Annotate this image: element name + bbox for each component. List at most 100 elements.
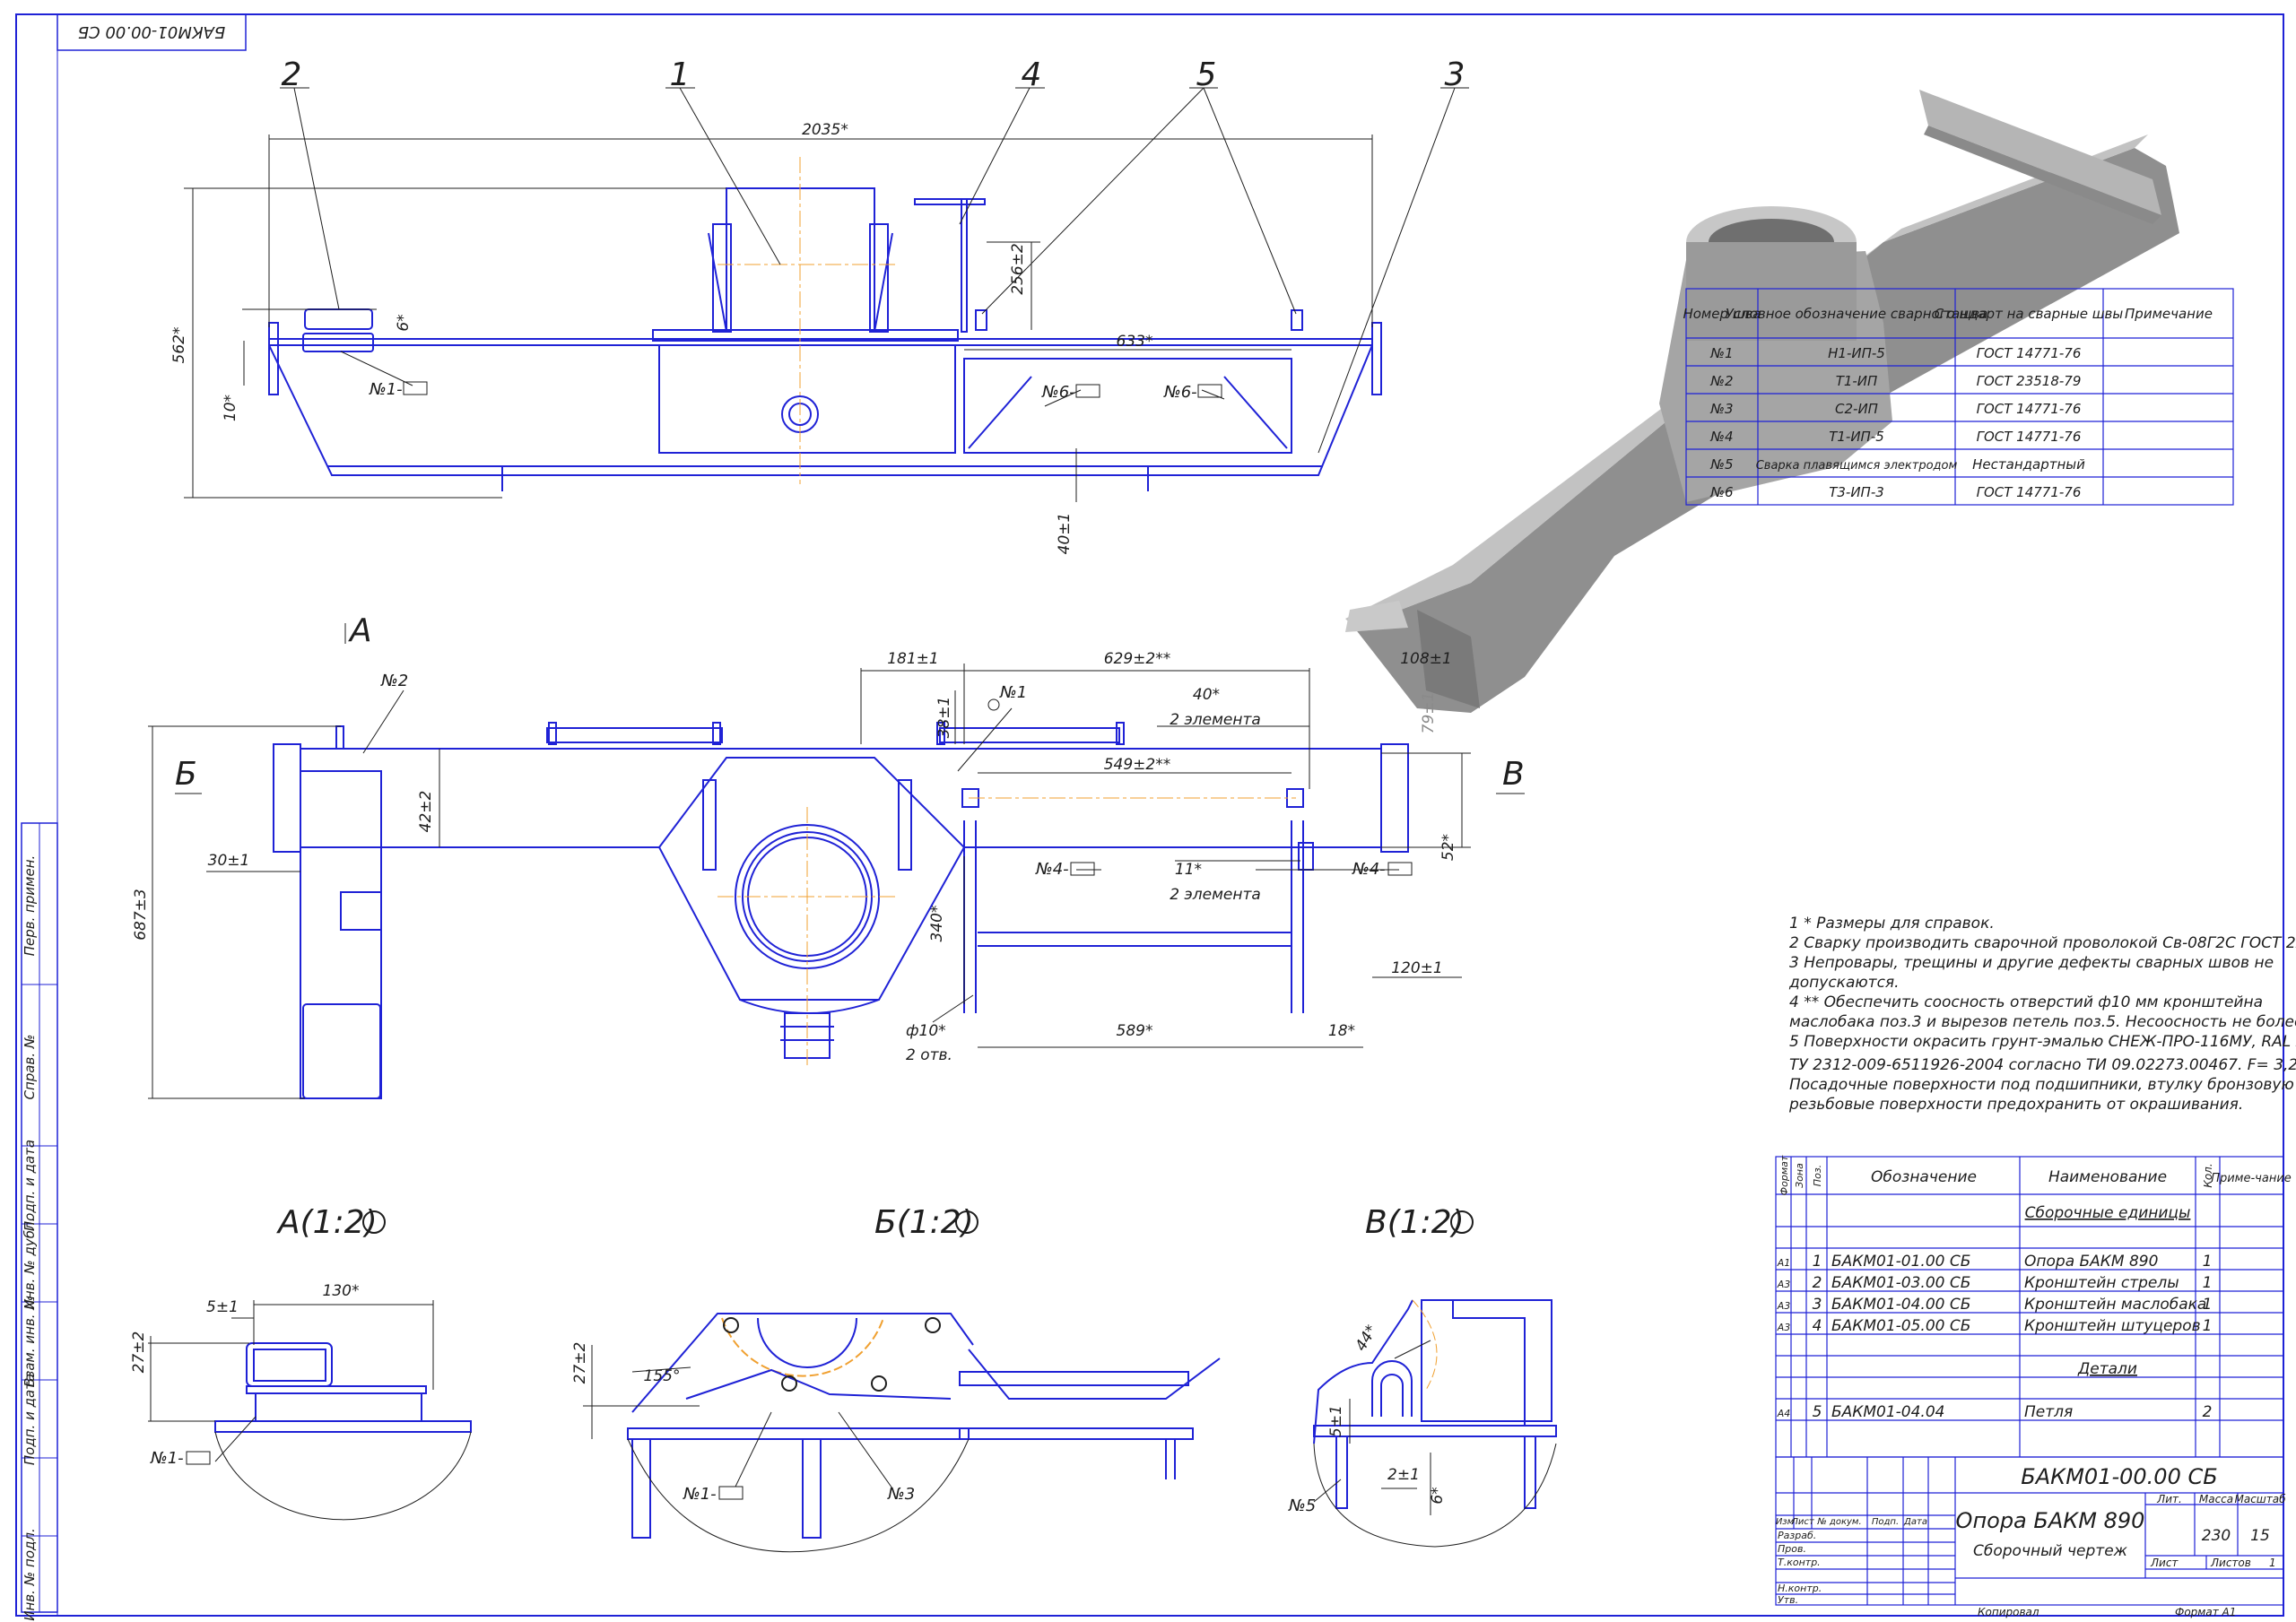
title-sheets-value: 1 [2269, 1557, 2276, 1569]
dim-52: 52* [1439, 834, 1457, 861]
title-sheet: Лист [2150, 1557, 2179, 1569]
weld-row-0-sym: Н1-ИП-5 [1828, 345, 1885, 361]
side-stamp-5: Подп. и дата [22, 1374, 38, 1465]
callout-4: 4 [1022, 56, 1042, 93]
section-v-title: В(1:2) [1365, 1204, 1465, 1241]
side-stamp: Перв. примен. Справ. № Подп. и дата Инв.… [21, 822, 58, 1621]
spec-row-0-qty: 1 [2203, 1253, 2213, 1271]
title-mass-value: 230 [2202, 1527, 2231, 1545]
dim-height: 562* [170, 327, 188, 364]
note-line-1: 2 Сварку производить сварочной проволоко… [1789, 934, 2296, 952]
spec-row-0-designation: БАКМ01-01.00 СБ [1831, 1253, 1970, 1271]
dim-11: 11* [1175, 861, 1202, 879]
section-a-dim-130: 130* [323, 1282, 360, 1300]
section-b-weld-1: №1- [683, 1485, 717, 1504]
note-line-7: ТУ 2312-009-6511926-2004 согласно ТИ 09.… [1789, 1056, 2296, 1074]
weld-symbol-6b [1197, 384, 1222, 398]
spec-row-3-name: Кронштейн штуцеров [2024, 1317, 2201, 1335]
spec-row-3-pos: 4 [1813, 1317, 1822, 1335]
spec-part-qty: 2 [2203, 1403, 2213, 1421]
dim-687: 687±3 [132, 889, 150, 941]
dim-549: 549±2** [1104, 756, 1171, 774]
note-line-3: допускаются. [1788, 974, 1900, 992]
weld-row-4-std: Нестандартный [1972, 456, 2085, 473]
weld-row-0-std: ГОСТ 14771-76 [1977, 345, 2082, 361]
spec-section-parts: Детали [2077, 1360, 2137, 1378]
title-col-2: № докум. [1816, 1517, 1861, 1527]
title-col-1: Лист [1790, 1517, 1815, 1527]
view-arrow-a: А [348, 612, 372, 649]
spec-row-2-format: А3 [1777, 1300, 1791, 1312]
section-v-weld-5: №5 [1288, 1496, 1316, 1515]
weld-mark-1: №1- [369, 380, 403, 399]
spec-part-name: Петля [2024, 1403, 2073, 1421]
section-a-weld-symbol [186, 1451, 211, 1465]
dim-hole-note: 2 отв. [906, 1046, 952, 1064]
section-a-dim-27: 27±2 [130, 1331, 148, 1374]
weld-row-3-num: №4 [1709, 429, 1733, 445]
weld-row-2-sym: С2-ИП [1835, 401, 1878, 417]
spec-row-1-qty: 1 [2203, 1274, 2213, 1292]
note-line-4: 4 ** Обеспечить соосность отверстий ф10 … [1789, 993, 2263, 1011]
title-role-0: Разраб. [1778, 1530, 1816, 1541]
note-line-0: 1 * Размеры для справок. [1789, 915, 1995, 932]
spec-header-note: Приме-чание [2211, 1172, 2292, 1185]
weld-mark-6a: №6- [1041, 383, 1075, 402]
section-b-dim-27: 27±2 [571, 1342, 589, 1384]
spec-row-3-format: А3 [1777, 1322, 1791, 1333]
title-code: БАКМ01-00.00 СБ [2021, 1464, 2217, 1489]
spec-row-2-designation: БАКМ01-04.00 СБ [1831, 1296, 1970, 1314]
spec-header-format: Формат [1779, 1155, 1790, 1195]
dim-79: 79±1 [1420, 692, 1438, 734]
note-line-9: резьбовые поверхности предохранить от ок… [1788, 1096, 2243, 1114]
weld-row-5-num: №6 [1709, 484, 1733, 500]
spec-header-pos: Поз. [1812, 1165, 1823, 1186]
note-line-6: 5 Поверхности окрасить грунт-эмалью СНЕЖ… [1789, 1033, 2296, 1051]
weld-row-5-sym: Т3-ИП-3 [1829, 484, 1884, 500]
view-arrow-b: Б [175, 756, 197, 793]
dim-120: 120±1 [1391, 959, 1443, 977]
spec-part-format: А4 [1777, 1408, 1791, 1419]
weld-row-0-num: №1 [1709, 345, 1733, 361]
dim-42: 42±2 [417, 791, 435, 833]
dim-hole: ф10* [906, 1022, 946, 1040]
dim-181: 181±1 [887, 650, 939, 668]
title-doc-type: Сборочный чертеж [1973, 1542, 2128, 1560]
title-role-4: Н.контр. [1778, 1583, 1822, 1594]
spec-row-1-name: Кронштейн стрелы [2024, 1274, 2179, 1292]
title-col-4: Дата [1903, 1517, 1927, 1527]
callout-2: 2 [282, 56, 302, 93]
note-line-2: 3 Непровары, трещины и другие дефекты св… [1789, 954, 2274, 972]
spec-part-designation: БАКМ01-04.04 [1831, 1403, 1944, 1421]
section-v-dim-5: 5±1 [1327, 1405, 1345, 1437]
drawing-sheet: БАКМ01-00.00 СБ Перв. примен. Справ. № П… [15, 13, 2296, 1621]
dim-589: 589* [1117, 1022, 1153, 1040]
dim-overall: 2035* [802, 121, 848, 139]
title-mass: Масса [2199, 1493, 2233, 1505]
dim-gap: 6* [395, 314, 413, 331]
section-b-weld-3: №3 [887, 1485, 915, 1504]
weld-table-header-2: Стандарт на сварные швы [1935, 306, 2124, 322]
callout-5: 5 [1196, 56, 1217, 93]
section-a-break [214, 1431, 472, 1521]
rotated-code: БАКМ01-00.00 СБ [78, 22, 226, 41]
dim-40: 40* [1193, 686, 1220, 704]
section-b-bolts [723, 1317, 941, 1392]
side-stamp-0: Перв. примен. [22, 855, 38, 957]
section-v-dim-44: 44* [1352, 1322, 1380, 1354]
plan-view [273, 722, 1409, 1099]
format-size: Формат А1 [2175, 1606, 2236, 1618]
weld-label-1: №1 [999, 683, 1027, 702]
weld-table-header-3: Примечание [2125, 306, 2213, 322]
weld-symbol-4a [1070, 862, 1095, 876]
spec-row-0-format: А1 [1777, 1257, 1791, 1269]
side-stamp-1: Справ. № [22, 1035, 38, 1100]
dim-340: 340* [928, 906, 946, 942]
section-v-dim-6: 6* [1429, 1487, 1447, 1504]
title-role-1: Пров. [1778, 1543, 1806, 1555]
weld-row-2-std: ГОСТ 14771-76 [1977, 401, 2082, 417]
note-line-8: Посадочные поверхности под подшипники, в… [1789, 1076, 2296, 1094]
weld-label-2: №2 [380, 672, 408, 690]
weld-row-3-std: ГОСТ 14771-76 [1977, 429, 2082, 445]
section-v-dim-2: 2±1 [1387, 1466, 1420, 1484]
